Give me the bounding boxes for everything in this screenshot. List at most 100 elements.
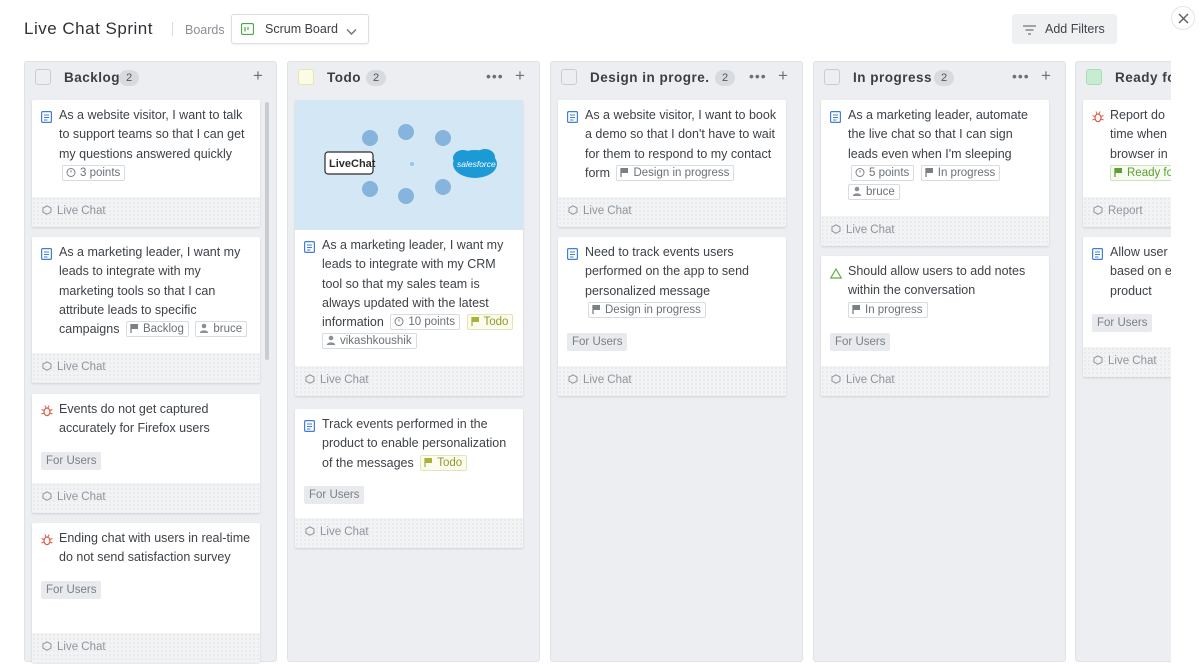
card-body: As a marketing leader, I want my leads t… xyxy=(295,230,523,358)
story-icon xyxy=(41,247,53,266)
card-body: Events do not get captured accurately fo… xyxy=(32,394,260,445)
project-icon xyxy=(1093,205,1103,215)
status-tag: Todo xyxy=(466,314,514,331)
card-footer: Live Chat xyxy=(32,483,260,513)
card-body: As a website visitor, I want to talk to … xyxy=(32,100,260,189)
card[interactable]: Track events performed in the product to… xyxy=(295,409,523,548)
card-footer: Live Chat xyxy=(558,197,786,227)
card-title: Need to track events users performed on … xyxy=(585,245,750,298)
board-header: Live Chat Sprint Boards Scrum Board Add … xyxy=(0,0,1200,58)
story-icon xyxy=(41,110,53,129)
add-card-button[interactable]: + xyxy=(515,66,525,86)
card[interactable]: As a website visitor, I want to talk to … xyxy=(32,100,260,227)
card-title: Should allow users to add notes within t… xyxy=(848,264,1026,298)
card-title: Track events performed in the product to… xyxy=(322,417,507,470)
column-more-button[interactable]: ••• xyxy=(486,68,504,84)
project-icon xyxy=(1093,355,1103,365)
close-icon xyxy=(1178,13,1189,24)
story-icon xyxy=(304,240,316,259)
user-icon xyxy=(200,323,209,334)
card-title: Ending chat with users in real-time do n… xyxy=(59,531,251,565)
card[interactable]: As a marketing leader, I want my leads t… xyxy=(32,237,260,383)
column-title: In progress xyxy=(853,70,933,85)
bug-icon xyxy=(41,404,53,423)
card-title: As a website visitor, I want to talk to … xyxy=(59,108,245,161)
card-title: Events do not get captured accurately fo… xyxy=(59,402,210,436)
column-select-checkbox[interactable] xyxy=(1086,69,1102,85)
user-icon xyxy=(326,336,336,346)
card[interactable]: As a marketing leader, automate the live… xyxy=(821,100,1049,246)
label-chip: For Users xyxy=(1092,313,1153,332)
column-backlog: Backlog 2 + As a website visitor, I want… xyxy=(24,61,277,663)
column-header: Design in progre... 2 ••• + xyxy=(551,62,802,94)
project-label: Live Chat xyxy=(42,641,106,653)
points-tag: 5 points xyxy=(851,164,915,181)
card[interactable]: Allow user based on e product For Users … xyxy=(1083,237,1171,377)
project-icon xyxy=(42,361,52,371)
card-footer: Report xyxy=(1083,197,1171,227)
column-more-button[interactable]: ••• xyxy=(749,68,767,84)
project-icon xyxy=(831,374,841,384)
card-body: Should allow users to add notes within t… xyxy=(821,256,1049,326)
integration-illustration: LiveChat salesforce xyxy=(295,100,523,230)
boards-link[interactable]: Boards xyxy=(185,23,225,37)
card-title: As a marketing leader, automate the live… xyxy=(848,108,1028,161)
points-tag: 10 points xyxy=(390,314,461,331)
card[interactable]: Ending chat with users in real-time do n… xyxy=(32,523,260,663)
column-more-button[interactable]: ••• xyxy=(1012,68,1030,84)
card[interactable]: Events do not get captured accurately fo… xyxy=(32,394,260,513)
label-chip: For Users xyxy=(567,333,628,352)
flag-icon xyxy=(592,304,600,314)
card-title-line: product xyxy=(1110,283,1152,298)
project-icon xyxy=(568,374,578,384)
board-icon xyxy=(240,22,255,38)
story-icon xyxy=(567,247,579,266)
livechat-logo: LiveChat xyxy=(329,158,376,170)
project-label: Report xyxy=(1093,205,1143,217)
column-select-checkbox[interactable] xyxy=(561,69,577,85)
card-body: Ending chat with users in real-time do n… xyxy=(32,523,260,574)
story-icon xyxy=(567,110,579,129)
filter-icon xyxy=(1023,23,1036,38)
card[interactable]: Need to track events users performed on … xyxy=(558,237,786,396)
bug-icon xyxy=(1092,110,1104,129)
project-label: Live Chat xyxy=(568,205,632,217)
card-title-line: based on e xyxy=(1110,264,1171,279)
project-icon xyxy=(42,641,52,651)
column-select-checkbox[interactable] xyxy=(298,69,314,85)
column-select-checkbox[interactable] xyxy=(35,69,51,85)
points-tag: 3 points xyxy=(62,164,126,181)
bug-icon xyxy=(41,533,53,552)
card[interactable]: LiveChat salesforce As a marketing leade… xyxy=(295,100,523,396)
card-footer: Live Chat xyxy=(295,366,523,396)
column-header: Todo 2 ••• + xyxy=(288,62,539,94)
card-footer: Live Chat xyxy=(32,633,260,663)
assignee-tag: vikashkoushik xyxy=(322,333,417,350)
project-icon xyxy=(42,205,52,215)
label-chip: For Users xyxy=(41,580,102,599)
story-icon xyxy=(830,110,842,129)
add-card-button[interactable]: + xyxy=(778,66,788,86)
card-cover-image: LiveChat salesforce xyxy=(295,100,523,230)
board-type-select[interactable]: Scrum Board xyxy=(231,14,369,44)
column-scrollbar[interactable] xyxy=(265,102,269,360)
close-button[interactable] xyxy=(1171,6,1195,30)
card-footer: Live Chat xyxy=(32,197,260,227)
card[interactable]: As a website visitor, I want to book a d… xyxy=(558,100,786,227)
add-card-button[interactable]: + xyxy=(1041,66,1051,86)
header-divider xyxy=(172,22,173,36)
flag-icon xyxy=(620,167,629,177)
column-select-checkbox[interactable] xyxy=(824,69,840,85)
card-title-line: Allow user xyxy=(1110,245,1168,259)
sprint-title: Live Chat Sprint xyxy=(24,19,153,38)
card[interactable]: Report do time when browser in Ready fo … xyxy=(1083,100,1171,227)
status-tag: Design in progress xyxy=(616,164,735,181)
add-card-button[interactable]: + xyxy=(253,66,263,86)
card[interactable]: Should allow users to add notes within t… xyxy=(821,256,1049,396)
column-header: Ready fo xyxy=(1076,62,1171,94)
add-filters-button[interactable]: Add Filters xyxy=(1012,14,1117,44)
project-label: Live Chat xyxy=(1093,355,1157,367)
project-label: Live Chat xyxy=(42,491,106,503)
card-footer: Live Chat xyxy=(821,366,1049,396)
story-icon xyxy=(304,419,316,438)
